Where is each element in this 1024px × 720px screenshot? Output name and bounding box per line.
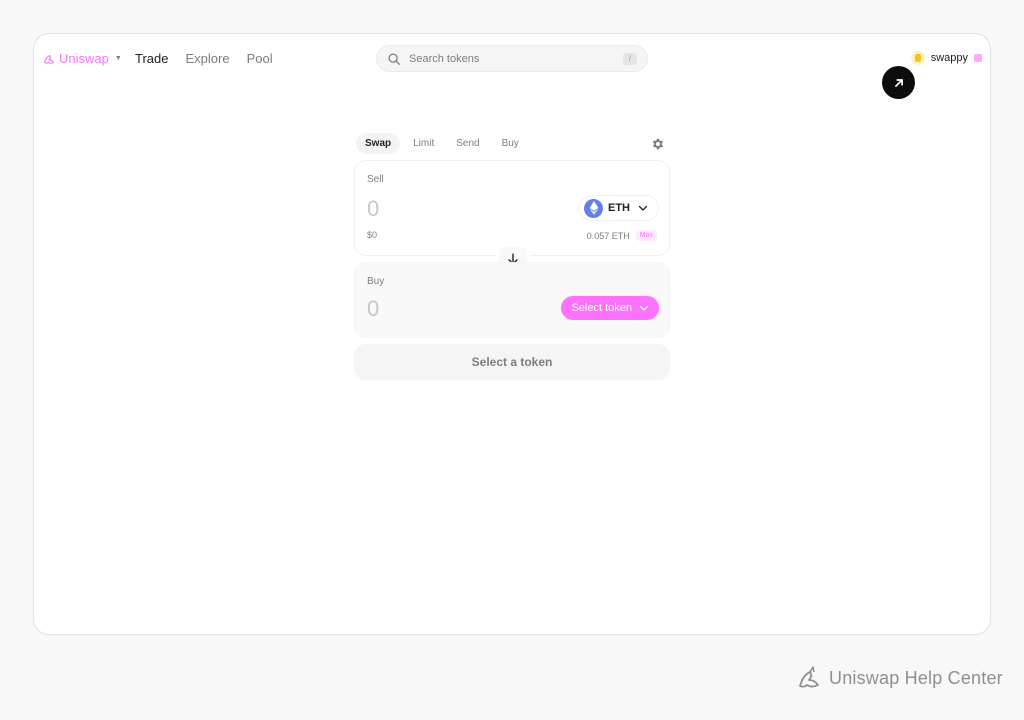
account-button[interactable]: swappy xyxy=(910,51,982,65)
sell-panel: Sell ETH $0 0.057 ETH Max xyxy=(354,160,670,256)
uniswap-logo-icon xyxy=(44,54,54,64)
tab-limit[interactable]: Limit xyxy=(404,133,443,154)
brand-menu[interactable]: Uniswap ▼ xyxy=(42,51,122,66)
uniswap-unicorn-icon xyxy=(799,666,819,688)
help-center-brand: Uniswap Help Center xyxy=(795,664,1003,692)
tab-send[interactable]: Send xyxy=(447,133,488,154)
account-name: swappy xyxy=(930,52,968,64)
sell-label: Sell xyxy=(367,174,384,185)
tab-buy[interactable]: Buy xyxy=(493,133,528,154)
caret-down-icon: ▼ xyxy=(114,55,122,62)
help-center-text: Uniswap Help Center xyxy=(829,667,1003,688)
top-nav: Uniswap ▼ Trade Explore Pool / swappy xyxy=(34,34,990,86)
buy-label: Buy xyxy=(367,276,385,287)
select-token-button[interactable]: Select token xyxy=(561,296,659,320)
sell-token-selector[interactable]: ETH xyxy=(579,195,659,221)
open-external-button[interactable] xyxy=(882,66,915,99)
nav-link-trade[interactable]: Trade xyxy=(135,51,168,66)
sell-token-symbol: ETH xyxy=(608,202,630,214)
chevron-down-icon xyxy=(639,305,649,311)
buy-panel: Buy Select token xyxy=(354,262,670,338)
search-icon xyxy=(388,52,400,65)
sell-usd-value: $0 xyxy=(367,230,378,240)
brand-label: Uniswap xyxy=(59,51,109,66)
app-window: Uniswap ▼ Trade Explore Pool / swappy xyxy=(33,33,991,635)
select-a-token-button[interactable]: Select a token xyxy=(354,344,670,380)
search-bar[interactable]: / xyxy=(376,45,648,72)
nav-link-pool[interactable]: Pool xyxy=(247,51,273,66)
avatar xyxy=(910,51,925,65)
sell-amount-input[interactable] xyxy=(367,196,547,222)
buy-amount-input[interactable] xyxy=(367,296,547,322)
chevron-down-icon xyxy=(638,205,648,211)
select-token-label: Select token xyxy=(571,302,632,314)
search-shortcut-key: / xyxy=(623,52,637,65)
max-button[interactable]: Max xyxy=(635,230,657,241)
account-status-badge xyxy=(974,54,982,62)
sell-balance: 0.057 ETH Max xyxy=(587,230,657,241)
nav-link-explore[interactable]: Explore xyxy=(185,51,229,66)
tab-swap[interactable]: Swap xyxy=(356,133,401,154)
arrow-up-right-icon xyxy=(894,78,903,87)
search-input[interactable] xyxy=(409,52,623,65)
swap-tabs: Swap Limit Send Buy xyxy=(356,133,528,154)
gear-icon[interactable] xyxy=(651,137,665,151)
eth-icon xyxy=(584,198,603,218)
sell-balance-amount: 0.057 ETH xyxy=(586,230,630,241)
nav-links: Trade Explore Pool xyxy=(135,51,273,66)
